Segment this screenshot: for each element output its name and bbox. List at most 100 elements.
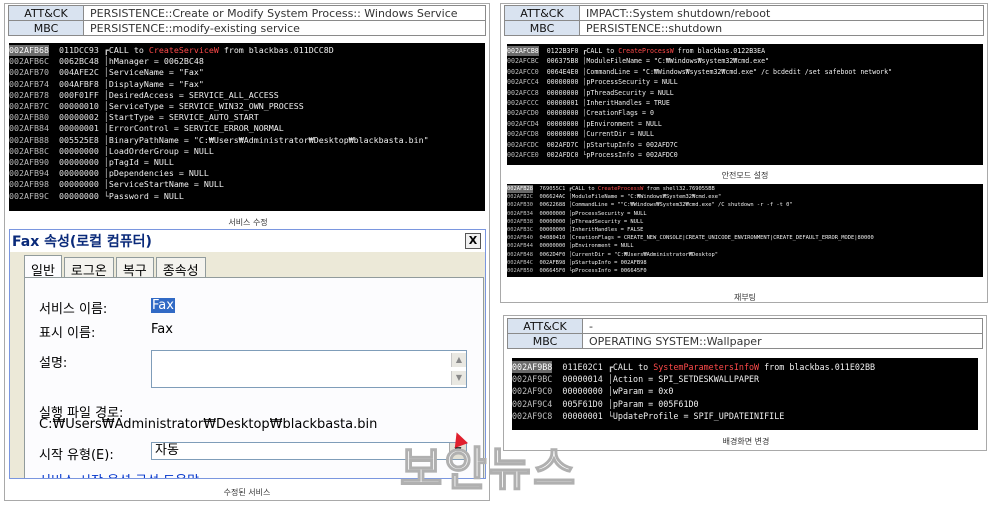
stack-row[interactable]: 002AFCB8 0122B3F0 ┏ CALL to CreateProcess… <box>507 46 983 57</box>
stack-row[interactable]: 002AFCC0 0064E4E0 │ CommandLine = "C:₩Win… <box>507 67 983 77</box>
attck-value: IMPACT::System shutdown/reboot <box>579 5 984 21</box>
stack-row[interactable]: 002AFB40 04080410 │ CreationFlags = CREAT… <box>507 234 983 242</box>
stack-comment: DesiredAccess = SERVICE_ALL_ACCESS <box>108 89 279 100</box>
stack-value: 00000000 <box>48 179 104 190</box>
service-name-selected[interactable]: Fax <box>151 298 175 313</box>
stack-comment: CurrentDir = "C:₩Users₩Administrator₩Des… <box>571 251 718 258</box>
stack-row[interactable]: 002AFB7C 00000010 │ ServiceType = SERVICE… <box>9 101 485 112</box>
stack-address: 002AFB98 <box>9 179 49 190</box>
stack-row[interactable]: 002AFB94 00000000 │ pDependencies = NULL <box>9 168 485 179</box>
stack-address: 002AF9B8 <box>512 361 553 374</box>
stack-row[interactable]: 002AF9C4 005F61D0 │ pParam = 005F61D0 <box>512 398 978 410</box>
stack-row[interactable]: 002AFCD0 00000000 │ CreationFlags = 0 <box>507 108 983 118</box>
stack-comment: InheritHandles = TRUE <box>586 99 670 108</box>
attck-row: ATT&CK - <box>507 318 983 334</box>
dialog-title: Fax 속성(로컬 컴퓨터) <box>12 234 152 250</box>
stack-comment: pProcessSecurity = NULL <box>571 210 647 217</box>
stack-value: 00000000 <box>538 130 583 139</box>
stack-row[interactable]: 002AFB68 011DCC93 ┏ CALL to CreateService… <box>9 45 485 57</box>
stack-row[interactable]: 002AFB3C 00000000 │ InheritHandles = FALS… <box>507 226 983 234</box>
stack-comment: DisplayName = "Fax" <box>108 78 204 89</box>
stack-row[interactable]: 002AFB28 769055C1 ┏ CALL to CreateProcess… <box>507 185 983 194</box>
stack-address: 002AFCBC <box>507 57 539 66</box>
stack-row[interactable]: 002AFB30 00622688 │ CommandLine = ""C:₩Wi… <box>507 201 983 209</box>
stack-comment: ServiceType = SERVICE_WIN32_OWN_PROCESS <box>108 101 304 112</box>
service-name-label: 서비스 이름: <box>39 302 108 317</box>
stack-comment: ServiceStartName = NULL <box>108 179 224 190</box>
stack-row[interactable]: 002AFB90 00000000 │ pTagId = NULL <box>9 157 485 168</box>
stack-row[interactable]: 002AFB4C 002AFB98 │ pStartupInfo = 002AFB… <box>507 259 983 267</box>
description-label: 설명: <box>39 356 68 371</box>
stack-address: 002AFCC0 <box>507 67 539 76</box>
attck-key: ATT&CK <box>507 318 583 334</box>
stack-address: 002AFB9C <box>9 190 49 201</box>
stack-row[interactable]: 002AFB74 004AFBF8 │ DisplayName = "Fax" <box>9 79 485 90</box>
stack-row[interactable]: 002AFB78 000F01FF │ DesiredAccess = SERVI… <box>9 90 485 101</box>
stack-comment: InheritHandles = FALSE <box>571 227 644 234</box>
attck-key: ATT&CK <box>8 5 84 21</box>
stack-comment: pThreadSecurity = NULL <box>586 88 674 97</box>
stack-comment: pProcessSecurity = NULL <box>586 78 678 87</box>
stack-value: 002AFB98 <box>532 259 569 266</box>
stack-value: 769055C1 <box>532 186 569 192</box>
scroll-down-icon[interactable]: ▼ <box>451 371 466 385</box>
stack-row[interactable]: 002AFCD4 00000000 │ pEnvironment = NULL <box>507 119 983 129</box>
stack-row[interactable]: 002AF9BC 00000014 │ Action = SPI_SETDESKW… <box>512 373 978 385</box>
stack-address: 002AFCDC <box>507 140 539 149</box>
stack-row[interactable]: 002AFB34 00000000 │ pProcessSecurity = NU… <box>507 210 983 218</box>
stack-row[interactable]: 002AFB38 00000000 │ pThreadSecurity = NUL… <box>507 218 983 226</box>
stack-address: 002AFB28 <box>507 185 533 194</box>
stack-comment: pThreadSecurity = NULL <box>571 218 644 225</box>
stack-row[interactable]: 002AFB2C 006624AC │ ModuleFileName = "C:₩… <box>507 193 983 201</box>
stack-row[interactable]: 002AFCDC 002AFD7C │ pStartupInfo = 002AFD… <box>507 140 983 150</box>
stack-comment: StartType = SERVICE_AUTO_START <box>108 112 259 123</box>
start-type-value: 자동 <box>155 443 179 458</box>
stack-address: 002AFB3C <box>507 227 533 234</box>
help-link[interactable]: 서비스 시작 옵션 구성 도움말 <box>39 470 199 478</box>
stack-row[interactable]: 002AF9C8 00000001 └ UpdateProfile = SPIF_… <box>512 410 978 422</box>
stack-value: 005525E8 <box>48 134 104 145</box>
mbc-key: MBC <box>507 333 583 349</box>
stack-comment: ErrorControl = SERVICE_ERROR_NORMAL <box>108 123 284 134</box>
right-bottom-panel: ATT&CK - MBC OPERATING SYSTEM::Wallpaper 0… <box>503 315 987 451</box>
stack-row[interactable]: 002AFCC4 00000000 │ pProcessSecurity = NU… <box>507 77 983 87</box>
close-icon[interactable]: X <box>465 233 481 249</box>
stack-value: 00000000 <box>48 157 104 168</box>
stack-row[interactable]: 002AFB44 00000000 │ pEnvironment = NULL <box>507 242 983 250</box>
stack-row[interactable]: 002AFB88 005525E8 │ BinaryPathName = "C:₩… <box>9 135 485 146</box>
stack-value: 00000000 <box>538 78 583 87</box>
stack-value: 002AFD7C <box>538 140 583 149</box>
stack-row[interactable]: 002AFCE0 002AFDC0 └ pProcessInfo = 002AFD… <box>507 150 983 160</box>
stack-address: 002AFB40 <box>507 235 533 242</box>
stack-address: 002AFB30 <box>507 202 533 209</box>
scroll-up-icon[interactable]: ▲ <box>451 353 466 367</box>
stack-row[interactable]: 002AFCC8 00000000 │ pThreadSecurity = NUL… <box>507 88 983 98</box>
stack-comment: ModuleFileName = "C:₩Windows₩System32₩cm… <box>571 194 722 201</box>
api-function-name: CreateProcessW <box>618 47 674 55</box>
stack-comment: Password = NULL <box>108 190 184 201</box>
stack-row[interactable]: 002AFB8C 00000000 │ LoadOrderGroup = NULL <box>9 146 485 157</box>
stack-row[interactable]: 002AFCD8 00000000 │ CurrentDir = NULL <box>507 129 983 139</box>
stack-row[interactable]: 002AF9B8 011E02C1 ┏ CALL to SystemParamet… <box>512 361 978 374</box>
stack-row[interactable]: 002AF9C0 00000000 │ wParam = 0x0 <box>512 385 978 397</box>
stack-row[interactable]: 002AFCCC 00000001 │ InheritHandles = TRUE <box>507 98 983 108</box>
stack-value: 011DCC93 <box>48 45 104 55</box>
stack-row[interactable]: 002AFB48 0062D4F0 │ CurrentDir = "C:₩User… <box>507 251 983 259</box>
service-name-value[interactable]: Fax <box>151 298 175 313</box>
stack-row[interactable]: 002AFB80 00000002 │ StartType = SERVICE_A… <box>9 112 485 123</box>
stack-comment: pStartupInfo = 002AFD7C <box>586 140 678 149</box>
description-field[interactable]: ▲ ▼ <box>151 350 467 388</box>
stack-row[interactable]: 002AFB9C 00000000 └ Password = NULL <box>9 191 485 202</box>
stack-row[interactable]: 002AFCBC 006375B8 │ ModuleFileName = "C:₩… <box>507 56 983 66</box>
display-name-value: Fax <box>151 322 173 337</box>
stack-row[interactable]: 002AFB98 00000000 │ ServiceStartName = NU… <box>9 179 485 190</box>
stack-row[interactable]: 002AFB6C 0062BC48 │ hManager = 0062BC48 <box>9 56 485 67</box>
stack-comment: hManager = 0062BC48 <box>108 56 204 67</box>
mbc-key: MBC <box>504 20 580 36</box>
stack-address: 002AFB88 <box>9 134 49 145</box>
stack-row[interactable]: 002AFB70 004AFE2C │ ServiceName = "Fax" <box>9 67 485 78</box>
stack-row[interactable]: 002AFB84 00000001 │ ErrorControl = SERVIC… <box>9 123 485 134</box>
start-type-label: 시작 유형(E): <box>39 448 114 463</box>
watermark: 보안뉴스 <box>399 441 578 497</box>
stack-row[interactable]: 002AFB50 006645F0 └ pProcessInfo = 006645… <box>507 267 983 275</box>
